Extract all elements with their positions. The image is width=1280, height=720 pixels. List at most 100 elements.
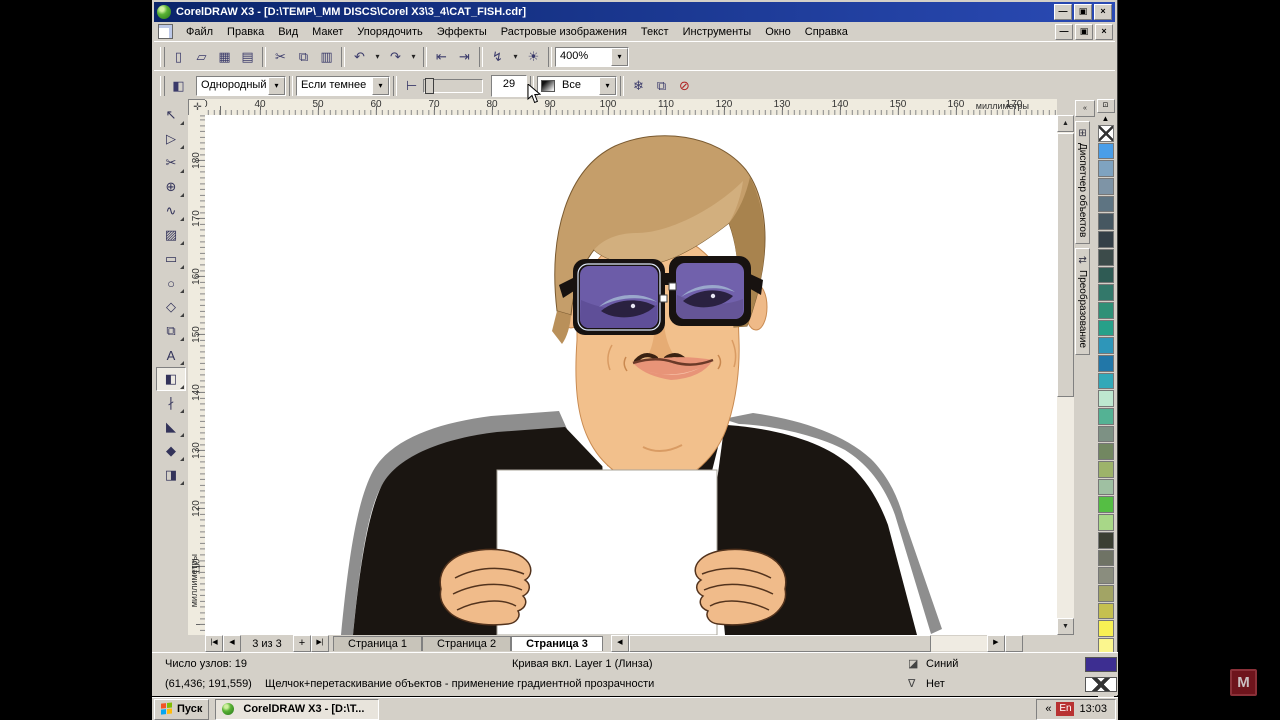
last-page-icon[interactable]: ▶|: [311, 635, 329, 652]
hscroll-left-icon[interactable]: ◀: [611, 635, 629, 652]
docker-tab[interactable]: ⊞ Диспетчер объектов: [1075, 121, 1090, 244]
paste-icon[interactable]: ▥: [315, 46, 338, 68]
language-indicator[interactable]: En: [1056, 702, 1074, 716]
transparency-type-combo[interactable]: Однородный ▾: [196, 76, 286, 96]
docker-tab[interactable]: ⇄ Преобразование: [1075, 248, 1090, 355]
palette-swatch[interactable]: [1098, 178, 1114, 195]
mdi-restore-button[interactable]: ▣: [1075, 24, 1093, 40]
palette-swatch[interactable]: [1098, 125, 1114, 142]
basic-shapes-tool[interactable]: ⧉: [156, 319, 186, 343]
transparency-operation-combo[interactable]: Если темнее ▾: [296, 76, 390, 96]
menu-item[interactable]: Окно: [758, 24, 798, 40]
hscroll-right-icon[interactable]: ▶: [987, 635, 1005, 652]
palette-swatch[interactable]: [1098, 267, 1114, 284]
freeze-transparency-icon[interactable]: ❄: [627, 75, 650, 97]
palette-swatch[interactable]: [1098, 443, 1114, 460]
palette-swatch[interactable]: [1098, 196, 1114, 213]
target-dropdown-icon[interactable]: ▾: [599, 77, 616, 95]
transparency-tool[interactable]: ◧: [156, 367, 186, 391]
type-dropdown-icon[interactable]: ▾: [268, 77, 285, 95]
application-launcher-icon[interactable]: ↯: [486, 46, 509, 68]
palette-swatch[interactable]: [1098, 320, 1114, 337]
horizontal-ruler[interactable]: 30405060708090100110120130140150160170 м…: [205, 99, 1057, 115]
cut-icon[interactable]: ✂: [269, 46, 292, 68]
palette-swatch[interactable]: [1098, 585, 1114, 602]
page-tab[interactable]: Страница 3: [511, 636, 603, 651]
zoom-level-value[interactable]: 400%: [556, 48, 611, 66]
transparency-amount-input[interactable]: 29: [491, 75, 527, 97]
vscroll-thumb[interactable]: [1057, 133, 1074, 397]
ellipse-tool[interactable]: ○: [156, 271, 186, 295]
palette-swatch[interactable]: [1098, 143, 1114, 160]
palette-scroll-up-icon[interactable]: ▲: [1098, 113, 1114, 125]
vertical-scrollbar[interactable]: ▲ ▼: [1057, 115, 1074, 635]
undo-dropdown-icon[interactable]: ▾: [371, 46, 384, 68]
palette-swatch[interactable]: [1098, 461, 1114, 478]
selection-handle[interactable]: [669, 283, 676, 290]
transparency-target-value[interactable]: Все: [558, 77, 599, 95]
zoom-dropdown-icon[interactable]: ▾: [611, 48, 628, 66]
selection-handle[interactable]: [660, 295, 667, 302]
fill-tool[interactable]: ◆: [156, 439, 186, 463]
vertical-ruler[interactable]: 180170160150140130120110 миллиметры: [188, 115, 205, 635]
palette-swatch[interactable]: [1098, 213, 1114, 230]
palette-swatch[interactable]: [1098, 249, 1114, 266]
palette-swatch[interactable]: [1098, 620, 1114, 637]
close-button[interactable]: ×: [1094, 4, 1112, 20]
scroll-up-icon[interactable]: ▲: [1057, 115, 1074, 132]
shape-tool[interactable]: ▷: [156, 127, 186, 151]
zoom-tool[interactable]: ⊕: [156, 175, 186, 199]
hscroll-thumb[interactable]: [629, 635, 931, 652]
menu-item[interactable]: Правка: [220, 24, 271, 40]
menu-item[interactable]: Текст: [634, 24, 676, 40]
palette-swatch[interactable]: [1098, 603, 1114, 620]
start-button[interactable]: Пуск: [154, 699, 209, 720]
palette-swatch[interactable]: [1098, 426, 1114, 443]
palette-swatch[interactable]: [1098, 231, 1114, 248]
interactive-fill-tool[interactable]: ◨: [156, 463, 186, 487]
export-icon[interactable]: ⇥: [453, 46, 476, 68]
transparency-type-value[interactable]: Однородный: [197, 77, 268, 95]
palette-swatch[interactable]: [1098, 408, 1114, 425]
smart-fill-tool[interactable]: ▨: [156, 223, 186, 247]
restore-button[interactable]: ▣: [1074, 4, 1092, 20]
zoom-level-combo[interactable]: 400% ▾: [555, 47, 629, 67]
coreldraw-task-button[interactable]: CorelDRAW X3 - [D:\T...: [215, 699, 379, 720]
minimize-button[interactable]: —: [1054, 4, 1072, 20]
first-page-icon[interactable]: |◀: [205, 635, 223, 652]
palette-options-icon[interactable]: ⊡: [1097, 99, 1115, 113]
page-tab[interactable]: Страница 2: [422, 636, 511, 651]
palette-swatch[interactable]: [1098, 302, 1114, 319]
print-icon[interactable]: ▤: [236, 46, 259, 68]
import-icon[interactable]: ⇤: [430, 46, 453, 68]
size-grip[interactable]: [1005, 635, 1023, 652]
knife-tool[interactable]: ✂: [156, 151, 186, 175]
palette-swatch[interactable]: [1098, 496, 1114, 513]
menu-item[interactable]: Эффекты: [430, 24, 494, 40]
launcher-dropdown-icon[interactable]: ▾: [509, 46, 522, 68]
mdi-close-button[interactable]: ×: [1095, 24, 1113, 40]
redo-dropdown-icon[interactable]: ▾: [407, 46, 420, 68]
palette-swatch[interactable]: [1098, 532, 1114, 549]
menu-item[interactable]: Файл: [179, 24, 220, 40]
menu-item[interactable]: Вид: [271, 24, 305, 40]
scroll-down-icon[interactable]: ▼: [1057, 618, 1074, 635]
undo-icon[interactable]: ↶: [348, 46, 371, 68]
rectangle-tool[interactable]: ▭: [156, 247, 186, 271]
operation-dropdown-icon[interactable]: ▾: [372, 77, 389, 95]
hscroll-track[interactable]: [931, 636, 987, 651]
palette-swatch[interactable]: [1098, 514, 1114, 531]
transparency-operation-value[interactable]: Если темнее: [297, 77, 372, 95]
polygon-tool[interactable]: ◇: [156, 295, 186, 319]
eyedropper-tool[interactable]: ∤: [156, 391, 186, 415]
menu-item[interactable]: Макет: [305, 24, 350, 40]
collapse-dockers-icon[interactable]: «: [1075, 100, 1095, 117]
text-tool[interactable]: А: [156, 343, 186, 367]
palette-swatch[interactable]: [1098, 355, 1114, 372]
add-page-icon[interactable]: +: [293, 635, 311, 652]
freehand-tool[interactable]: ∿: [156, 199, 186, 223]
toolbar-grip[interactable]: [160, 47, 165, 67]
redo-icon[interactable]: ↷: [384, 46, 407, 68]
save-icon[interactable]: ▦: [213, 46, 236, 68]
palette-swatch[interactable]: [1098, 550, 1114, 567]
